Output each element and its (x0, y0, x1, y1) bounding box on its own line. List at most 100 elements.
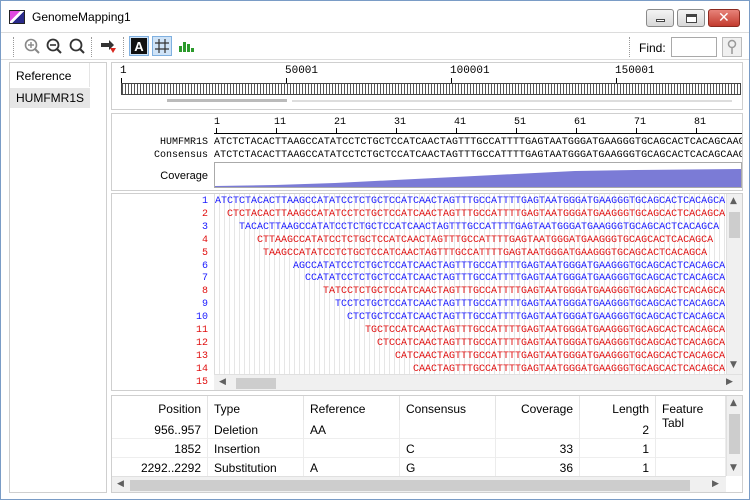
scroll-right-icon[interactable]: ▶ (712, 479, 719, 489)
column-header[interactable]: Feature Tabl (656, 396, 726, 430)
svg-text:A: A (134, 39, 144, 54)
read-number: 15 (195, 376, 208, 388)
table-cell[interactable]: AA (304, 420, 400, 439)
reference-column-header: Reference (10, 63, 90, 87)
column-header[interactable]: Type (208, 396, 304, 420)
read-sequence: CTCCATCAACTAGTTTGCCATTTTGAGTAATGGGATGAAG… (377, 337, 726, 349)
app-icon (9, 10, 25, 24)
read-number: 10 (195, 312, 208, 324)
find-input[interactable] (671, 37, 717, 57)
toolbar: A Find: (1, 32, 749, 60)
table-cell[interactable]: A (304, 458, 400, 477)
column-header[interactable]: Length (580, 396, 656, 420)
read-sequence: CATCAACTAGTTTGCCATTTTGAGTAATGGGATGAAGGGT… (395, 350, 726, 362)
search-pin-icon (727, 39, 737, 54)
ruler-line (214, 133, 742, 134)
table-cell[interactable] (656, 439, 726, 458)
table-cell[interactable]: 33 (496, 439, 580, 458)
table-cell[interactable] (656, 420, 726, 439)
reference-row-label: HUMFMR1S (159, 137, 208, 148)
read-sequence: TATCCTCTGCTCCATCAACTAGTTTGCCATTTTGAGTAAT… (323, 286, 726, 298)
minimize-button[interactable] (646, 9, 674, 27)
ruler-label: 1 (214, 117, 221, 128)
table-cell[interactable]: 2 (580, 420, 656, 439)
read-number: 9 (201, 299, 208, 311)
ruler-label: 61 (574, 117, 587, 128)
show-grid-button[interactable] (152, 36, 172, 56)
table-cell[interactable]: 1 (580, 439, 656, 458)
show-letters-button[interactable]: A (129, 36, 149, 56)
show-coverage-button[interactable] (176, 36, 196, 56)
scroll-down-icon[interactable]: ▼ (730, 463, 737, 473)
scroll-up-icon[interactable]: ▲ (730, 196, 737, 206)
table-horizontal-scrollbar[interactable]: ◀ ▶ (112, 476, 726, 492)
column-header[interactable]: Consensus (400, 396, 496, 420)
reads-horizontal-scroll-thumb[interactable] (236, 378, 276, 389)
zoom-in-icon (24, 38, 40, 54)
reads-vertical-scrollbar[interactable]: ▲ ▼ (726, 194, 742, 374)
close-button[interactable]: ✕ (708, 9, 740, 27)
table-vertical-scrollbar[interactable]: ▲ ▼ (726, 396, 742, 476)
reads-vertical-scroll-thumb[interactable] (729, 212, 740, 238)
zoom-fit-button[interactable] (67, 36, 87, 56)
column-header[interactable]: Coverage (496, 396, 580, 420)
zoom-out-button[interactable] (44, 36, 64, 56)
find-button[interactable] (722, 37, 742, 57)
read-sequence: ATCTCTACACTTAAGCCATATCCTCTGCTCCATCAACTAG… (215, 196, 726, 207)
scroll-left-icon[interactable]: ◀ (117, 479, 124, 489)
reference-list-item[interactable]: HUMFMR1S (10, 88, 90, 108)
ruler-label: 41 (454, 117, 467, 128)
maximize-button[interactable] (677, 9, 705, 27)
table-cell[interactable]: 36 (496, 458, 580, 477)
go-to-position-button[interactable] (99, 36, 119, 56)
overview-label: 150001 (615, 65, 655, 77)
grid-icon (155, 39, 169, 53)
read-number: 12 (195, 337, 208, 349)
sequence-panel: 1 11 21 31 41 51 61 71 81 HUMFMR1S ATCTCTACACTTA… (111, 113, 743, 191)
toolbar-separator (629, 37, 630, 57)
reads-horizontal-scrollbar[interactable]: ◀ ▶ (214, 374, 742, 390)
genome-mapping-window: GenomeMapping1 ✕ A Find: Reference HUMFM… (0, 0, 750, 500)
table-cell[interactable]: 2292..2292 (112, 458, 208, 477)
scroll-right-icon[interactable]: ▶ (726, 377, 733, 387)
table-cell[interactable]: Deletion (208, 420, 304, 439)
read-sequence: TACACTTAAGCCATATCCTCTGCTCCATCAACTAGTTTGC… (239, 221, 720, 233)
table-cell[interactable]: 1 (580, 458, 656, 477)
reference-sequence: ATCTCTACACTTAAGCCATATCCTCTGCTCCATCAACTAG… (214, 137, 743, 148)
table-horizontal-scroll-thumb[interactable] (130, 480, 690, 491)
consensus-sequence: ATCTCTACACTTAAGCCATATCCTCTGCTCCATCAACTAG… (214, 150, 743, 161)
table-cell[interactable] (304, 439, 400, 458)
table-cell[interactable]: 956..957 (112, 420, 208, 439)
scroll-down-icon[interactable]: ▼ (730, 360, 737, 370)
scroll-up-icon[interactable]: ▲ (730, 398, 737, 408)
toolbar-separator (123, 37, 124, 57)
overview-coverage-bar (292, 100, 732, 102)
column-header[interactable]: Reference (304, 396, 400, 420)
overview-label: 1 (120, 65, 127, 77)
table-vertical-scroll-thumb[interactable] (729, 414, 740, 454)
read-sequence: CCATATCCTCTGCTCCATCAACTAGTTTGCCATTTTGAGT… (305, 273, 726, 285)
scroll-left-icon[interactable]: ◀ (219, 377, 226, 387)
read-number: 6 (201, 260, 208, 272)
table-cell[interactable] (496, 420, 580, 439)
table-cell[interactable]: Substitution (208, 458, 304, 477)
genome-overview[interactable]: 1 50001 100001 150001 (111, 62, 743, 110)
coverage-track (214, 162, 742, 188)
table-cell[interactable]: C (400, 439, 496, 458)
table-cell[interactable]: Insertion (208, 439, 304, 458)
read-number: 5 (201, 247, 208, 259)
table-cell[interactable] (656, 458, 726, 477)
close-icon: ✕ (718, 10, 730, 26)
column-header[interactable]: Position (112, 396, 208, 420)
read-number: 3 (201, 221, 208, 233)
zoom-out-icon (46, 38, 62, 54)
read-number: 2 (201, 208, 208, 220)
table-cell[interactable]: G (400, 458, 496, 477)
reads-alignment-area[interactable]: ATCTCTACACTTAAGCCATATCCTCTGCTCCATCAACTAG… (214, 194, 726, 374)
find-label: Find: (639, 41, 666, 55)
coverage-graph (215, 169, 741, 187)
table-cell[interactable] (400, 420, 496, 439)
variants-table: Position Type Reference Consensus Coverage Le… (111, 395, 743, 493)
table-cell[interactable]: 1852 (112, 439, 208, 458)
zoom-in-button[interactable] (22, 36, 42, 56)
